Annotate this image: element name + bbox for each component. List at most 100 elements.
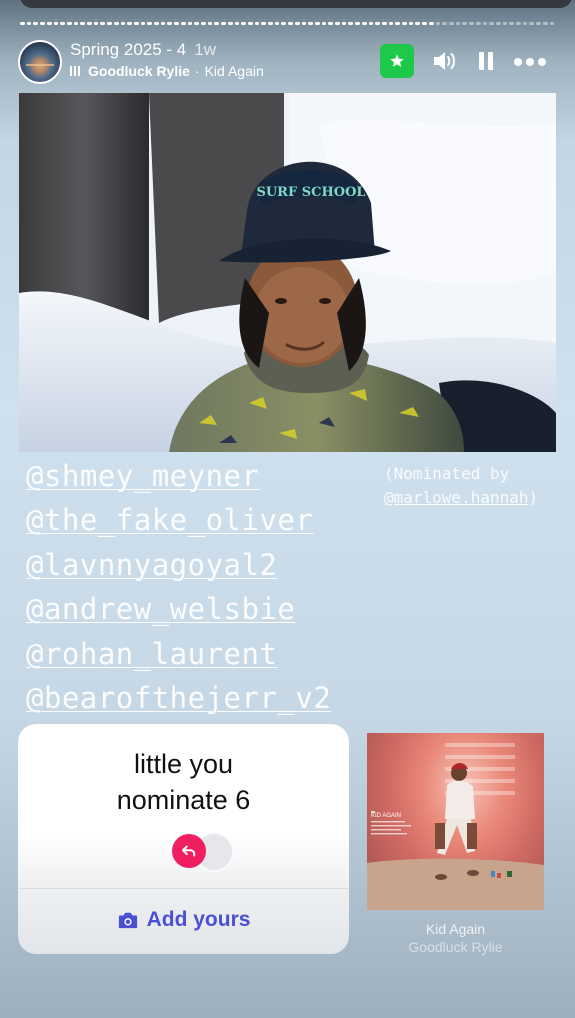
progress-segment (174, 22, 179, 25)
participant-avatars[interactable] (172, 832, 236, 872)
progress-segment (26, 22, 32, 25)
progress-segment (227, 22, 233, 25)
mention-link[interactable]: @lavnnyagoyal2 (26, 543, 386, 587)
nominated-prefix: (Nominated by (384, 464, 510, 483)
progress-segment (388, 22, 394, 25)
story-title[interactable]: Spring 2025 - 4 (70, 40, 186, 59)
progress-segment (73, 22, 79, 25)
progress-segment (33, 22, 39, 25)
progress-segment (335, 22, 340, 25)
progress-segment (194, 22, 199, 25)
pause-button[interactable] (476, 50, 496, 72)
progress-segment (20, 22, 25, 25)
mention-link[interactable]: @shmey_meyner (26, 454, 386, 498)
top-bar-remnant (20, 0, 572, 8)
svg-text:SURF SCHOOL: SURF SCHOOL (256, 185, 365, 200)
progress-segment (93, 22, 99, 25)
progress-segment (408, 22, 414, 25)
add-yours-button[interactable]: Add yours (18, 908, 349, 932)
progress-segment (489, 22, 494, 25)
progress-segment (301, 22, 307, 25)
prompt-line-1: little you (133, 749, 234, 779)
story-photo: SURF SCHOOL (19, 93, 556, 452)
progress-segment (348, 22, 354, 25)
progress-segment (381, 22, 387, 25)
progress-segment (40, 22, 45, 25)
progress-segment (395, 22, 401, 25)
reply-badge (172, 834, 206, 868)
progress-segment (241, 22, 246, 25)
progress-segment (509, 22, 515, 25)
music-bars-icon (70, 66, 80, 76)
mention-link[interactable]: @bearofthejerr_v2 (26, 676, 386, 720)
story-time-ago: 1w (194, 40, 216, 59)
progress-segment (482, 22, 488, 25)
more-options-button[interactable] (514, 58, 546, 66)
album-cover-text: KID AGAIN (371, 813, 401, 819)
album-cover[interactable]: KID AGAIN (367, 733, 544, 910)
progress-segment (147, 22, 153, 25)
close-friends-star-button[interactable] (380, 44, 414, 78)
progress-segment (435, 22, 441, 25)
mention-link[interactable]: @the_fake_oliver (26, 498, 386, 542)
story-title-line: Spring 2025 - 4 1w (70, 40, 216, 60)
progress-segment (442, 22, 447, 25)
music-separator: · (194, 63, 200, 79)
story-header: Spring 2025 - 4 1w Goodluck Rylie · Kid A… (18, 38, 558, 84)
album-title: Kid Again (425, 921, 486, 937)
camera-icon (118, 912, 137, 929)
progress-segment (261, 22, 267, 25)
mention-list: @shmey_meyner @the_fake_oliver @lavnnyag… (26, 454, 386, 720)
progress-segment (549, 22, 555, 25)
story-progress-bar (20, 22, 555, 25)
progress-segment (46, 22, 52, 25)
boy-in-snow-photo: SURF SCHOOL (19, 93, 556, 452)
progress-segment (288, 22, 293, 25)
mention-link[interactable]: @rohan_laurent (26, 632, 386, 676)
add-yours-label: Add yours (146, 908, 251, 931)
progress-segment (53, 22, 59, 25)
progress-segment (294, 22, 300, 25)
music-song: Kid Again (204, 63, 264, 79)
progress-segment (328, 22, 334, 25)
add-yours-sticker[interactable]: little you nominate 6 Add yours (18, 724, 349, 954)
star-icon (390, 54, 404, 67)
music-attribution[interactable]: Goodluck Rylie · Kid Again (70, 63, 264, 79)
nominated-by-link[interactable]: @marlowe.hannah (384, 488, 529, 507)
progress-segment (475, 22, 481, 25)
sticker-prompt: little you nominate 6 (18, 746, 349, 818)
progress-segment (341, 22, 347, 25)
progress-segment (133, 22, 139, 25)
progress-segment (167, 22, 173, 25)
progress-segment (180, 22, 186, 25)
progress-segment (200, 22, 206, 25)
progress-segment (428, 22, 434, 25)
progress-segment (120, 22, 126, 25)
progress-segment (154, 22, 159, 25)
sticker-divider (18, 888, 349, 889)
progress-segment (314, 22, 320, 25)
progress-segment (100, 22, 106, 25)
progress-segment (355, 22, 360, 25)
progress-segment (187, 22, 193, 25)
progress-segment (60, 22, 65, 25)
progress-segment (87, 22, 92, 25)
album-caption: Kid Again Goodluck Rylie (367, 920, 544, 956)
album-art: KID AGAIN (367, 743, 544, 910)
progress-segment (268, 22, 273, 25)
progress-segment (207, 22, 213, 25)
profile-avatar[interactable] (18, 40, 62, 84)
progress-segment (422, 22, 427, 25)
sound-button[interactable] (432, 49, 458, 73)
progress-segment (495, 22, 501, 25)
progress-segment (536, 22, 541, 25)
progress-segment (516, 22, 521, 25)
progress-segment (113, 22, 119, 25)
progress-segment (160, 22, 166, 25)
reply-arrow-icon (182, 845, 196, 857)
progress-segment (247, 22, 253, 25)
progress-segment (66, 22, 72, 25)
progress-segment (321, 22, 327, 25)
progress-segment (308, 22, 313, 25)
mention-link[interactable]: @andrew_welsbie (26, 587, 386, 631)
